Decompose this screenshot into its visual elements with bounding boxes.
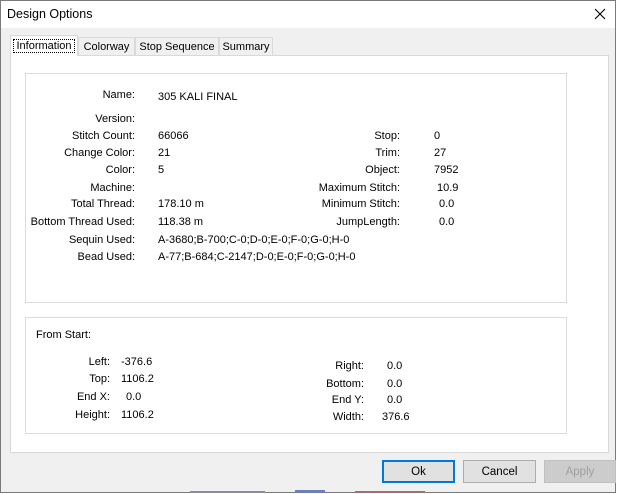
left-label: Left: <box>88 356 110 368</box>
version-label: Version: <box>95 113 135 125</box>
height-label: Height: <box>75 409 110 421</box>
close-button[interactable] <box>587 2 613 26</box>
minimum-stitch-value: 0.0 <box>439 198 455 210</box>
tab-summary[interactable]: Summary <box>219 37 273 55</box>
stop-value: 0 <box>434 130 441 142</box>
design-options-dialog: Design Options Information Colorway Stop… <box>0 0 616 493</box>
name-label: Name: <box>102 89 135 101</box>
bottom-label: Bottom: <box>326 378 364 390</box>
change-color-label: Change Color: <box>64 147 135 159</box>
end-y-value: 0.0 <box>387 394 403 406</box>
stop-label: Stop: <box>374 130 400 142</box>
title-bar: Design Options <box>1 1 615 28</box>
width-value: 376.6 <box>382 411 410 423</box>
apply-button[interactable]: Apply <box>544 460 616 483</box>
change-color-value: 21 <box>158 147 171 159</box>
tab-stop-sequence[interactable]: Stop Sequence <box>135 37 219 55</box>
object-value: 7952 <box>434 164 459 176</box>
bottom-thread-label: Bottom Thread Used: <box>30 216 135 228</box>
jump-length-label: JumpLength: <box>336 216 400 228</box>
total-thread-value: 178.10 m <box>158 198 204 210</box>
bead-used-label: Bead Used: <box>77 251 135 263</box>
sequin-used-value: A-3680;B-700;C-0;D-0;E-0;F-0;G-0;H-0 <box>158 234 350 246</box>
height-value: 1106.2 <box>121 409 154 421</box>
from-start-heading: From Start: <box>36 329 92 341</box>
bead-used-value: A-77;B-684;C-2147;D-0;E-0;F-0;G-0;H-0 <box>158 251 356 263</box>
top-label: Top: <box>89 373 110 385</box>
close-icon <box>594 8 606 20</box>
end-y-label: End Y: <box>331 394 364 406</box>
right-label: Right: <box>335 360 364 372</box>
window-title: Design Options <box>7 7 93 21</box>
maximum-stitch-label: Maximum Stitch: <box>318 182 400 194</box>
left-value: -376.6 <box>121 356 153 368</box>
width-label: Width: <box>332 411 364 423</box>
jump-length-value: 0.0 <box>439 216 455 228</box>
trim-value: 27 <box>434 147 447 159</box>
ok-button[interactable]: Ok <box>382 460 455 483</box>
tab-colorway[interactable]: Colorway <box>78 37 135 55</box>
from-start-group: From Start: Left: -376.6 Top: 1106.2 End… <box>25 317 567 434</box>
design-info-group: Name: 305 KALI FINAL Version: Stitch Cou… <box>25 73 567 303</box>
total-thread-label: Total Thread: <box>70 198 135 210</box>
color-value: 5 <box>158 164 165 176</box>
name-value: 305 KALI FINAL <box>158 91 238 103</box>
machine-label: Machine: <box>90 182 135 194</box>
sequin-used-label: Sequin Used: <box>68 234 135 246</box>
cancel-button[interactable]: Cancel <box>463 460 536 483</box>
trim-label: Trim: <box>375 147 400 159</box>
right-value: 0.0 <box>387 360 403 372</box>
stitch-count-label: Stitch Count: <box>72 130 135 142</box>
color-label: Color: <box>105 164 135 176</box>
top-value: 1106.2 <box>121 373 154 385</box>
bottom-thread-value: 118.38 m <box>158 216 204 228</box>
background-window-fragment <box>190 490 425 493</box>
minimum-stitch-label: Minimum Stitch: <box>321 198 400 210</box>
bottom-value: 0.0 <box>387 378 403 390</box>
maximum-stitch-value: 10.9 <box>437 182 459 194</box>
tab-information[interactable]: Information <box>10 35 78 56</box>
information-panel: Name: 305 KALI FINAL Version: Stitch Cou… <box>10 55 609 453</box>
end-x-label: End X: <box>76 391 110 403</box>
end-x-value: 0.0 <box>126 391 142 403</box>
object-label: Object: <box>365 164 400 176</box>
stitch-count-value: 66066 <box>158 130 189 142</box>
